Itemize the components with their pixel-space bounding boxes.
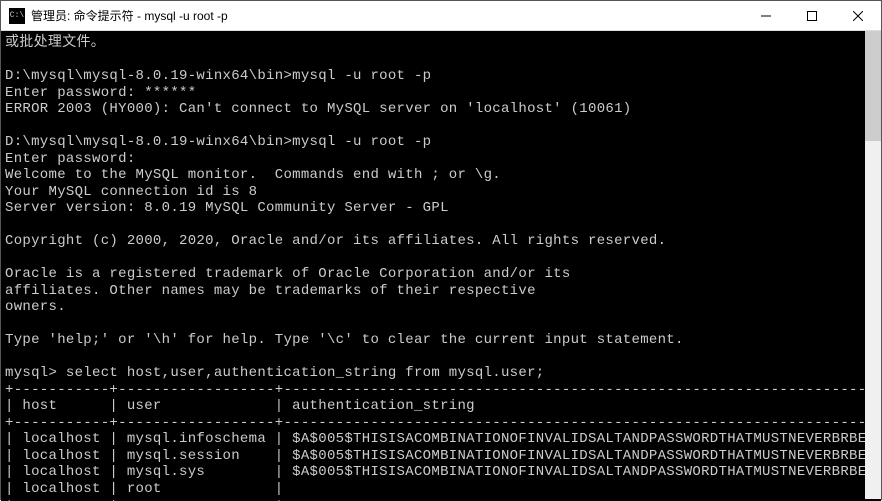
close-button[interactable] xyxy=(835,1,881,31)
cmd-icon: C:\ xyxy=(9,8,25,24)
vertical-scrollbar[interactable] xyxy=(865,31,881,499)
minimize-button[interactable] xyxy=(743,1,789,31)
window-titlebar: C:\ 管理员: 命令提示符 - mysql -u root -p xyxy=(1,1,881,31)
window-controls xyxy=(743,1,881,31)
window-title: 管理员: 命令提示符 - mysql -u root -p xyxy=(31,7,743,24)
scrollbar-thumb[interactable] xyxy=(865,31,881,141)
terminal-output[interactable]: 或批处理文件。 D:\mysql\mysql-8.0.19-winx64\bin… xyxy=(1,31,881,501)
maximize-button[interactable] xyxy=(789,1,835,31)
